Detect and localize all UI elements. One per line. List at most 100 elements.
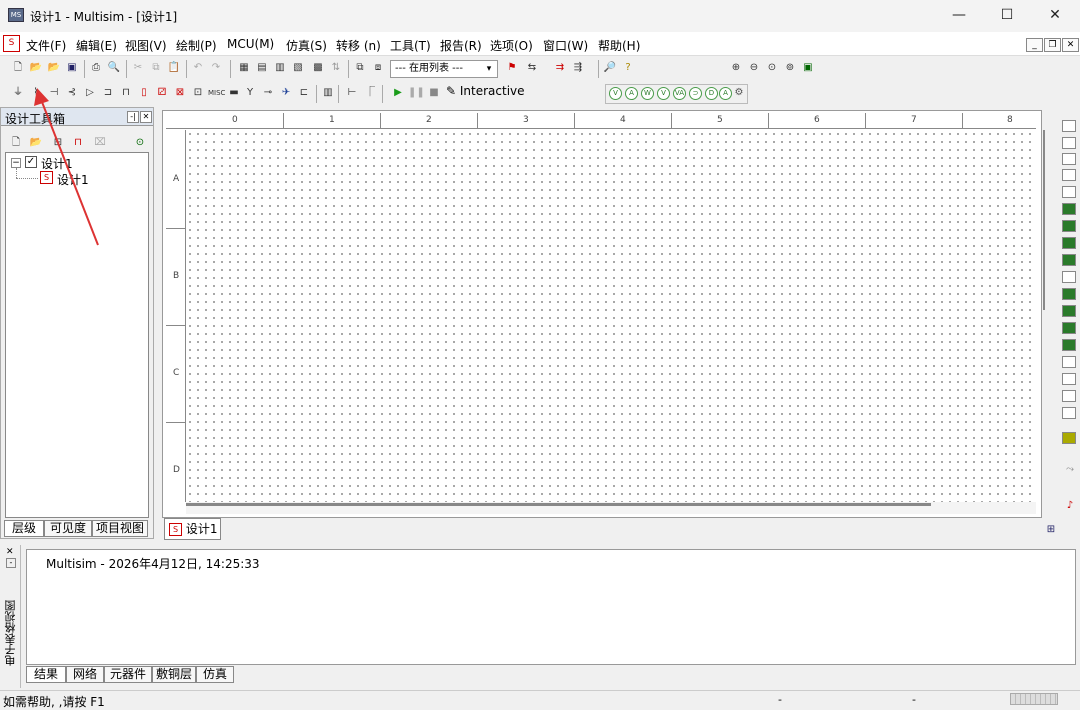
misc-digital-icon[interactable]: ⚂ [154, 85, 170, 101]
tab-design[interactable]: S 设计1 [164, 518, 221, 540]
interactive-mode-button[interactable]: ✎ Interactive [446, 84, 525, 98]
undo-icon[interactable]: ↶ [190, 60, 206, 76]
print-preview-icon[interactable]: 🔍 [106, 60, 122, 76]
function-generator-icon[interactable] [1062, 137, 1076, 149]
forward-annotate-icon[interactable]: ⇉ [552, 60, 568, 76]
tree-root-design[interactable]: 设计1 [41, 155, 73, 172]
logic-analyzer-icon[interactable] [1062, 271, 1076, 283]
tab-simulation[interactable]: 仿真 [196, 666, 234, 683]
menu-options[interactable]: 选项(O) [490, 37, 533, 54]
misc-icon[interactable]: MISC [208, 85, 225, 101]
electromechanical-icon[interactable]: ⊸ [260, 85, 276, 101]
mdi-minimize-icon[interactable]: _ [1026, 38, 1043, 52]
mcu-icon[interactable]: ▯ [136, 85, 152, 101]
save-icon[interactable]: ▣ [64, 60, 80, 76]
cmos-icon[interactable]: ⊓ [118, 85, 134, 101]
back-annotate-icon[interactable]: ⇆ [524, 60, 540, 76]
mdi-restore-icon[interactable]: ❐ [1044, 38, 1061, 52]
word-generator-icon[interactable] [1062, 237, 1076, 249]
frequency-counter-icon[interactable] [1062, 220, 1076, 232]
open-icon[interactable]: 📂 [28, 60, 44, 76]
source-icon[interactable]: ⏚ [10, 85, 26, 101]
redo-icon[interactable]: ↷ [208, 60, 224, 76]
analog-icon[interactable]: ▷ [82, 85, 98, 101]
menu-view[interactable]: 视图(V) [125, 37, 167, 54]
power-icon[interactable]: ▬ [226, 85, 242, 101]
probe-settings-icon[interactable]: ⚙ [731, 85, 747, 101]
menu-simulate[interactable]: 仿真(S) [286, 37, 327, 54]
agilent-oscilloscope-icon[interactable] [1062, 390, 1076, 402]
grapher-icon[interactable]: ▤ [254, 60, 270, 76]
rf-icon[interactable]: Y [242, 85, 258, 101]
minimize-icon[interactable]: — [936, 0, 982, 32]
tab-visibility[interactable]: 可见度 [44, 520, 92, 537]
menu-edit[interactable]: 编辑(E) [76, 37, 117, 54]
probe-voltage-icon[interactable]: V [609, 87, 622, 100]
toolbox-close-icon[interactable]: ✕ [140, 111, 152, 123]
component-wizard-icon[interactable]: ⇅ [328, 60, 344, 76]
copy-icon[interactable]: ⧉ [148, 60, 164, 76]
print-icon[interactable]: ⎙ [88, 60, 104, 76]
agilent-multimeter-icon[interactable] [1062, 373, 1076, 385]
open-design-icon[interactable]: 📂 [28, 135, 44, 151]
checkbox-icon[interactable]: ✓ [25, 156, 37, 168]
menu-mcu[interactable]: MCU(M) [227, 37, 274, 51]
connectors-icon[interactable]: ⊏ [296, 85, 312, 101]
open-sample-icon[interactable]: 📂 [46, 60, 62, 76]
pause-icon[interactable]: ❚❚ [408, 85, 425, 101]
close-icon[interactable]: ✕ [1032, 0, 1078, 32]
fullscreen-icon[interactable]: ▣ [800, 60, 816, 76]
four-channel-oscilloscope-icon[interactable] [1062, 186, 1076, 198]
stop-icon[interactable]: ■ [426, 85, 442, 101]
properties-icon[interactable]: ⊙ [132, 135, 148, 151]
probe-digital-icon[interactable]: D [705, 87, 718, 100]
mixed-icon[interactable]: ⊠ [172, 85, 188, 101]
bode-plotter-icon[interactable] [1062, 203, 1076, 215]
delete-icon[interactable]: ⌧ [92, 135, 108, 151]
menu-reports[interactable]: 报告(R) [440, 37, 482, 54]
mdi-close-icon[interactable]: ✕ [1062, 38, 1079, 52]
current-probe-icon[interactable]: ♪ [1062, 498, 1078, 514]
menu-help[interactable]: 帮助(H) [598, 37, 640, 54]
tab-copper-layers[interactable]: 敷铜层 [152, 666, 196, 683]
document-icon[interactable]: S [3, 35, 20, 52]
wattmeter-icon[interactable] [1062, 153, 1076, 165]
new-design-icon[interactable]: 🗋 [8, 135, 24, 151]
tab-project-view[interactable]: 项目视图 [92, 520, 148, 537]
tab-results[interactable]: 结果 [26, 666, 66, 683]
menu-tools[interactable]: 工具(T) [390, 37, 431, 54]
diode-icon[interactable]: ⊣ [46, 85, 62, 101]
indicator-icon[interactable]: ⊡ [190, 85, 206, 101]
cut-icon[interactable]: ✂ [130, 60, 146, 76]
spreadsheet-pin-icon[interactable]: - [6, 558, 16, 568]
multimeter-icon[interactable] [1062, 120, 1076, 132]
probe-power-icon[interactable]: W [641, 87, 654, 100]
spectrum-analyzer-icon[interactable] [1062, 322, 1076, 334]
tree-child-design[interactable]: 设计1 [57, 171, 89, 188]
spreadsheet-view-icon[interactable]: ▥ [272, 60, 288, 76]
new-icon[interactable]: 🗋 [10, 60, 26, 76]
tektronix-oscilloscope-icon[interactable] [1062, 407, 1076, 419]
zoom-area-icon[interactable]: ⊙ [764, 60, 780, 76]
tab-components[interactable]: 元器件 [104, 666, 152, 683]
horizontal-scroll-thumb[interactable] [186, 503, 931, 506]
menu-window[interactable]: 窗口(W) [543, 37, 588, 54]
zoom-sheet-icon[interactable]: ⊚ [782, 60, 798, 76]
hierarchy-icon[interactable]: ⧉ [352, 60, 368, 76]
vertical-scroll-thumb[interactable] [1043, 130, 1045, 310]
iv-analyzer-icon[interactable] [1062, 288, 1076, 300]
probe-current-icon[interactable]: A [625, 87, 638, 100]
maximize-icon[interactable]: ☐ [984, 0, 1030, 32]
collapse-icon[interactable]: − [11, 158, 21, 168]
ttl-icon[interactable]: ⊐ [100, 85, 116, 101]
distortion-analyzer-icon[interactable] [1062, 305, 1076, 317]
place-connector-icon[interactable]: ⎾ [362, 85, 378, 101]
place-bus-icon[interactable]: ⊢ [344, 85, 360, 101]
tab-hierarchy[interactable]: 层级 [4, 520, 44, 537]
help-icon[interactable]: ? [620, 60, 636, 76]
agilent-generator-icon[interactable] [1062, 356, 1076, 368]
transistor-icon[interactable]: ⊰ [64, 85, 80, 101]
zoom-out-icon[interactable]: ⊖ [746, 60, 762, 76]
ni-elvis-icon[interactable]: ⤳ [1062, 462, 1078, 478]
pin-icon[interactable]: -| [127, 111, 139, 123]
